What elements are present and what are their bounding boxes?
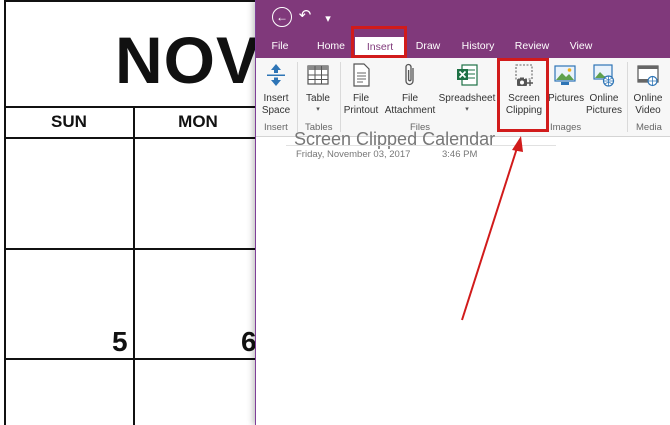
insert-space-label: Insert Space — [261, 93, 291, 116]
chevron-down-icon: ▾ — [465, 106, 469, 113]
page-time: 3:46 PM — [442, 149, 478, 160]
back-button[interactable]: ← — [272, 7, 292, 27]
calendar-month-title: NOV — [115, 23, 262, 97]
group-label-insert: Insert — [264, 122, 288, 133]
tab-file[interactable]: File — [266, 34, 294, 58]
page-title[interactable]: Screen Clipped Calendar — [294, 129, 495, 150]
online-pictures-button[interactable]: Online Pictures — [584, 62, 624, 117]
title-bar: ← ↶ ▾ — [256, 0, 670, 34]
pictures-label: Pictures — [548, 93, 585, 104]
tab-history[interactable]: History — [456, 34, 500, 58]
tab-draw[interactable]: Draw — [410, 34, 446, 58]
pictures-icon — [554, 65, 576, 85]
tab-view[interactable]: View — [563, 34, 599, 58]
online-video-label: Online Video — [633, 93, 663, 116]
table-icon — [307, 65, 329, 85]
calendar-border-left — [4, 0, 6, 425]
excel-spreadsheet-icon — [457, 64, 478, 86]
ribbon: Insert Space Table ▾ File Printout File … — [256, 58, 670, 137]
group-separator — [627, 62, 628, 132]
group-label-images: Images — [550, 122, 582, 133]
customize-quick-access-button[interactable]: ▾ — [322, 9, 334, 29]
file-printout-button[interactable]: File Printout — [342, 62, 380, 117]
group-label-media: Media — [636, 122, 662, 133]
file-attachment-button[interactable]: File Attachment — [384, 62, 436, 117]
tab-review[interactable]: Review — [510, 34, 554, 58]
insert-space-icon — [267, 64, 285, 86]
group-separator — [297, 62, 298, 132]
tab-home[interactable]: Home — [311, 34, 351, 58]
calendar-day-mon: MON — [178, 112, 218, 131]
page-date: Friday, November 03, 2017 — [296, 149, 411, 160]
insert-space-button[interactable]: Insert Space — [258, 62, 294, 117]
paperclip-icon — [405, 63, 414, 86]
online-video-icon — [637, 65, 659, 87]
onenote-window: ← ↶ ▾ File Home Insert Draw History Revi… — [255, 0, 670, 425]
table-button[interactable]: Table ▾ — [300, 62, 336, 115]
online-pictures-label: Online Pictures — [585, 93, 623, 116]
file-printout-icon — [353, 63, 370, 87]
insert-tab-highlight — [351, 26, 407, 58]
spreadsheet-button[interactable]: Spreadsheet ▾ — [438, 62, 496, 115]
calendar-day-sun: SUN — [51, 112, 87, 131]
chevron-down-icon: ▾ — [316, 106, 320, 113]
group-separator — [340, 62, 341, 132]
ribbon-tabs: File Home Insert Draw History Review Vie… — [256, 34, 670, 58]
calendar-date-5: 5 — [112, 326, 128, 357]
pictures-button[interactable]: Pictures — [548, 62, 585, 105]
title-underline — [286, 145, 556, 146]
screen-clipping-highlight — [497, 58, 549, 132]
spreadsheet-label: Spreadsheet — [438, 93, 496, 104]
online-pictures-icon — [593, 64, 615, 87]
file-attachment-label: File Attachment — [384, 93, 436, 116]
file-printout-label: File Printout — [343, 93, 379, 116]
undo-button[interactable]: ↶ — [296, 6, 314, 26]
calendar-grid-line — [133, 106, 135, 425]
online-video-button[interactable]: Online Video — [630, 62, 666, 117]
page-canvas[interactable]: Screen Clipped Calendar Friday, November… — [256, 129, 670, 425]
table-label: Table — [306, 93, 330, 104]
